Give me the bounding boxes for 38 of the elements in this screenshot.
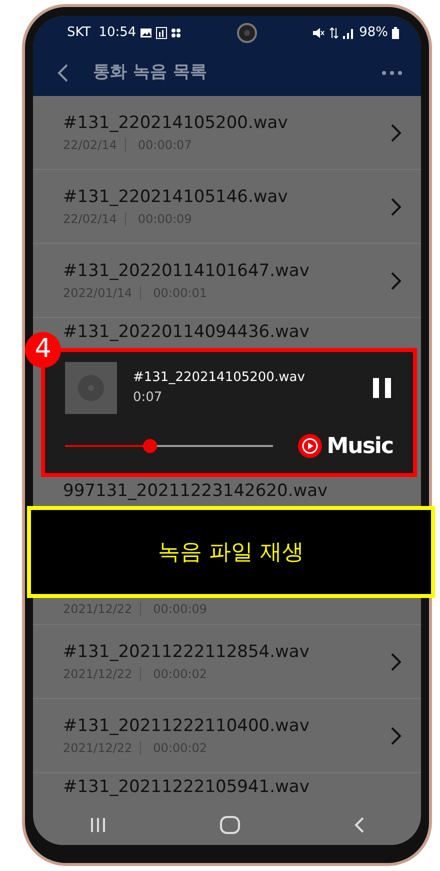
camera-icon [236, 23, 257, 43]
mute-icon [312, 27, 326, 39]
caption-label: 녹음 파일 재생 [27, 506, 435, 598]
recording-name: #131_20220114101647.wav [63, 260, 310, 283]
clock-time: 10:54 [98, 24, 136, 42]
phone-chart-icon [156, 27, 168, 39]
more-icon[interactable] [381, 70, 403, 76]
recent-apps-icon[interactable] [90, 817, 106, 833]
recording-name: #131_20211222110400.wav [63, 714, 310, 738]
back-icon[interactable] [57, 64, 69, 82]
recording-name: #131_20220114094436.wav [63, 321, 310, 344]
progress-thumb[interactable] [143, 439, 158, 453]
pause-icon[interactable] [371, 376, 393, 398]
chevron-right-icon[interactable] [391, 272, 401, 290]
chevron-right-icon[interactable] [391, 652, 401, 670]
track-name: #131_220214105200.wav [133, 369, 305, 387]
carrier-name: SKT [67, 24, 91, 42]
home-icon[interactable] [220, 816, 240, 834]
battery-icon [392, 27, 399, 39]
chevron-right-icon[interactable] [391, 198, 401, 216]
network-arrows-icon [329, 27, 340, 39]
battery-percent: 98% [359, 24, 388, 42]
chevron-right-icon[interactable] [391, 726, 401, 744]
step-number-badge: 4 [25, 332, 61, 368]
brand-name: Music [326, 432, 393, 460]
image-icon [140, 28, 152, 38]
recording-name: #131_220214105146.wav [63, 186, 288, 209]
elapsed-time: 0:07 [133, 388, 164, 406]
screen-title: 통화 녹음 목록 [93, 61, 207, 84]
recording-name: #131_220214105200.wav [63, 112, 288, 135]
signal-icon [343, 27, 356, 39]
dots-grid-icon [171, 28, 182, 38]
recording-name: #131_20211222105941.wav [63, 776, 310, 799]
recording-name: #131_20211222112854.wav [63, 640, 310, 664]
chevron-right-icon[interactable] [391, 124, 401, 142]
play-circle-icon [296, 433, 323, 459]
back-nav-icon[interactable] [354, 817, 364, 833]
recording-name: 997131_20211223142620.wav [63, 480, 328, 502]
